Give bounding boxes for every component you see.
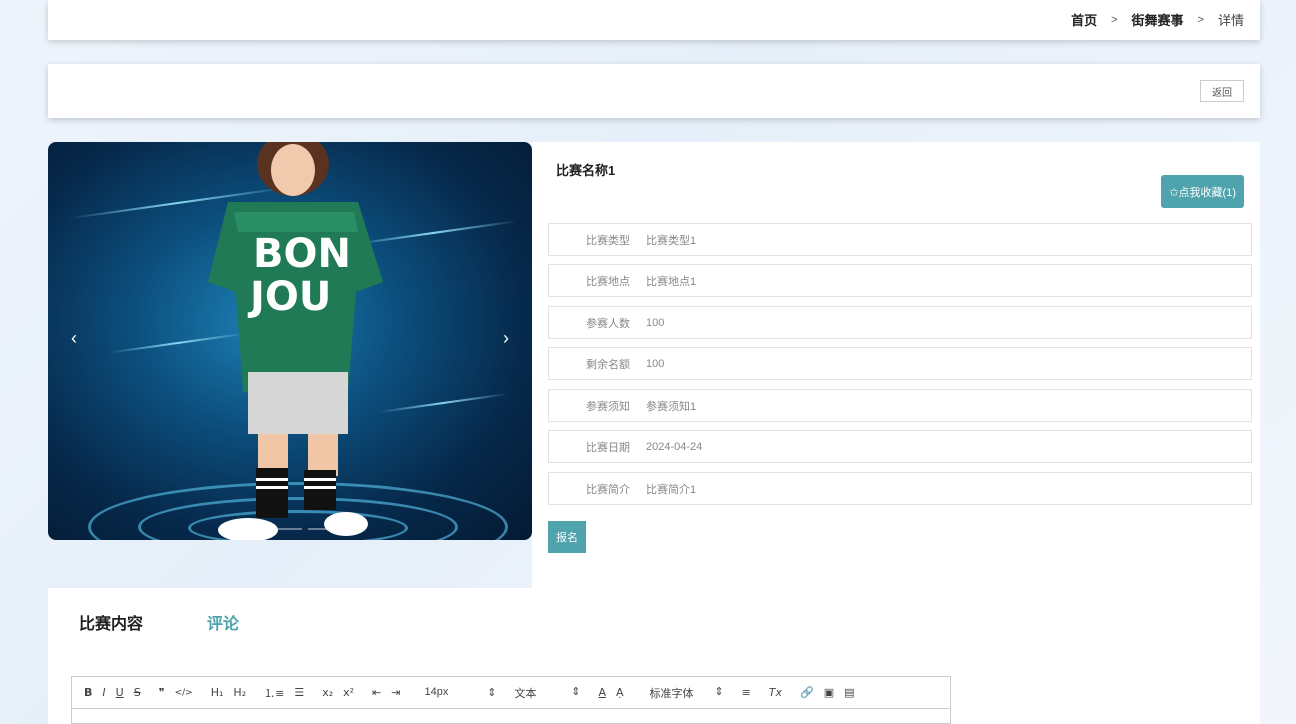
- font-size-select[interactable]: 14px ⇕: [424, 686, 496, 699]
- code-block-icon[interactable]: </>: [175, 688, 193, 698]
- heading-1-icon[interactable]: H₁: [211, 686, 224, 699]
- breadcrumb-home[interactable]: 首页: [1071, 10, 1097, 29]
- breadcrumb-separator: >: [1111, 13, 1118, 26]
- indent-icon[interactable]: ⇥: [391, 686, 400, 699]
- carousel-dot[interactable]: [278, 528, 302, 530]
- detail-label: 参赛人数: [586, 317, 630, 330]
- detail-value: 比赛简介1: [646, 483, 697, 496]
- blockquote-icon[interactable]: ❞: [159, 686, 165, 699]
- detail-row: 参赛人数 100: [548, 306, 1252, 339]
- link-icon[interactable]: 🔗: [800, 686, 814, 699]
- detail-value: 比赛类型1: [646, 234, 697, 247]
- detail-value: 参赛须知1: [646, 400, 697, 413]
- carousel-indicators: [248, 528, 362, 530]
- carousel-dot[interactable]: [308, 528, 332, 530]
- carousel-prev-button[interactable]: ‹: [64, 328, 84, 349]
- heading-2-icon[interactable]: H₂: [233, 686, 246, 699]
- detail-value: 比赛地点1: [646, 275, 697, 288]
- bullet-list-icon[interactable]: ☰: [294, 686, 304, 699]
- bold-icon[interactable]: B: [84, 686, 92, 699]
- detail-row: 比赛类型 比赛类型1: [548, 223, 1252, 256]
- background-color-icon[interactable]: Ạ: [616, 686, 624, 699]
- block-type-select[interactable]: 文本 ⇕: [514, 685, 580, 701]
- tabs-panel: 比赛内容 评论 B I U S ❞ </> H₁ H₂ ⒈≡ ☰ x₂ x² ⇤…: [48, 588, 1260, 724]
- detail-label: 参赛须知: [586, 400, 630, 413]
- editor-toolbar: B I U S ❞ </> H₁ H₂ ⒈≡ ☰ x₂ x² ⇤ ⇥ 14px …: [72, 677, 950, 709]
- chevron-updown-icon: ⇕: [571, 685, 581, 698]
- carousel-dot[interactable]: [338, 528, 362, 530]
- detail-value: 100: [646, 316, 665, 329]
- detail-value: 100: [646, 357, 665, 370]
- breadcrumb: 首页 > 街舞赛事 > 详情: [1071, 10, 1244, 29]
- svg-text:BON: BON: [253, 231, 351, 277]
- outdent-icon[interactable]: ⇤: [372, 686, 381, 699]
- font-size-value: 14px: [424, 686, 449, 698]
- detail-row: 参赛须知 参赛须知1: [548, 389, 1252, 422]
- font-family-select[interactable]: 标准字体 ⇕: [650, 685, 724, 701]
- tab-contest-content[interactable]: 比赛内容: [79, 610, 143, 634]
- text-color-icon[interactable]: A: [598, 686, 606, 699]
- strikethrough-icon[interactable]: S: [134, 686, 141, 699]
- image-icon[interactable]: ▣: [824, 686, 834, 699]
- subscript-icon[interactable]: x₂: [322, 686, 333, 699]
- action-bar: 返回: [48, 64, 1260, 118]
- ordered-list-icon[interactable]: ⒈≡: [264, 685, 284, 701]
- italic-icon[interactable]: I: [102, 686, 105, 699]
- align-icon[interactable]: ≡: [742, 686, 751, 699]
- breadcrumb-section[interactable]: 街舞赛事: [1132, 10, 1184, 29]
- detail-row: 比赛地点 比赛地点1: [548, 264, 1252, 297]
- back-button[interactable]: 返回: [1200, 80, 1244, 102]
- tab-comments[interactable]: 评论: [207, 610, 239, 634]
- breadcrumb-bar: 首页 > 街舞赛事 > 详情: [48, 0, 1260, 40]
- chevron-updown-icon: ⇕: [487, 687, 497, 699]
- underline-icon[interactable]: U: [116, 686, 124, 699]
- detail-row: 比赛日期 2024-04-24: [548, 430, 1252, 463]
- detail-label: 比赛地点: [586, 275, 630, 288]
- detail-row: 剩余名额 100: [548, 347, 1252, 380]
- font-family-value: 标准字体: [649, 687, 694, 700]
- superscript-icon[interactable]: x²: [343, 686, 354, 699]
- contest-info-panel: 比赛名称1 ✩点我收藏(1) 比赛类型 比赛类型1 比赛地点 比赛地点1 参赛人…: [532, 142, 1260, 588]
- svg-text:JOU: JOU: [247, 274, 331, 320]
- carousel-dot[interactable]: [248, 528, 272, 530]
- block-type-value: 文本: [514, 687, 537, 700]
- detail-label: 比赛类型: [586, 234, 630, 247]
- carousel-next-button[interactable]: ›: [496, 328, 516, 349]
- detail-label: 比赛简介: [586, 483, 630, 496]
- video-icon[interactable]: ▤: [844, 686, 854, 699]
- clear-format-icon[interactable]: Tx: [769, 686, 782, 699]
- detail-label: 剩余名额: [586, 358, 630, 371]
- contest-title: 比赛名称1: [556, 163, 616, 178]
- dancer-image: BON JOU: [208, 142, 383, 540]
- detail-row: 比赛简介 比赛简介1: [548, 472, 1252, 505]
- signup-button[interactable]: 报名: [548, 521, 586, 553]
- favorite-button[interactable]: ✩点我收藏(1): [1161, 175, 1244, 208]
- image-carousel[interactable]: BON JOU ‹ ›: [48, 142, 532, 540]
- breadcrumb-current: 详情: [1217, 13, 1244, 28]
- detail-value: 2024-04-24: [646, 440, 703, 453]
- detail-label: 比赛日期: [586, 441, 630, 454]
- breadcrumb-separator: >: [1197, 13, 1204, 26]
- chevron-updown-icon: ⇕: [714, 685, 724, 698]
- rich-text-editor[interactable]: B I U S ❞ </> H₁ H₂ ⒈≡ ☰ x₂ x² ⇤ ⇥ 14px …: [71, 676, 951, 724]
